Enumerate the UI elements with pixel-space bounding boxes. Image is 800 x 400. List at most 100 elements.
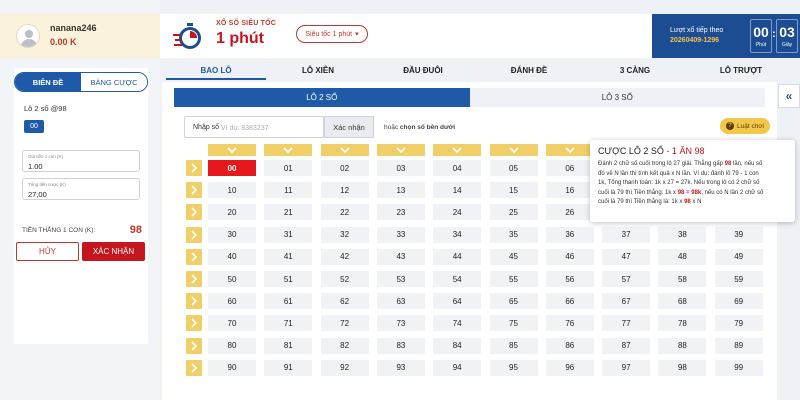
number-cell[interactable]: 31 xyxy=(264,226,313,243)
column-select-button[interactable] xyxy=(320,144,369,156)
number-cell[interactable]: 68 xyxy=(658,293,707,310)
number-cell[interactable]: 33 xyxy=(376,226,425,243)
number-cell[interactable]: 47 xyxy=(602,248,651,265)
row-select-button[interactable] xyxy=(186,315,202,332)
number-cell[interactable]: 85 xyxy=(489,337,538,354)
column-select-button[interactable] xyxy=(489,144,538,156)
number-cell[interactable]: 43 xyxy=(376,248,425,265)
speed-select[interactable]: Siêu tốc 1 phút ▾ xyxy=(296,25,368,43)
number-cell[interactable]: 40 xyxy=(208,248,256,265)
rules-button[interactable]: ? Luật chơi xyxy=(720,118,770,134)
number-cell[interactable]: 92 xyxy=(320,359,369,376)
tab-lo-2-so[interactable]: LÔ 2 SỐ xyxy=(174,88,470,107)
number-cell[interactable]: 53 xyxy=(376,271,425,287)
number-cell[interactable]: 50 xyxy=(208,271,256,287)
number-cell[interactable]: 16 xyxy=(545,182,594,199)
column-select-button[interactable] xyxy=(433,144,482,156)
number-cell[interactable]: 48 xyxy=(658,248,707,265)
number-cell[interactable]: 94 xyxy=(433,359,482,376)
number-cell[interactable]: 11 xyxy=(264,182,313,199)
column-select-button[interactable] xyxy=(264,144,313,156)
number-cell[interactable]: 99 xyxy=(714,359,763,376)
number-cell[interactable]: 96 xyxy=(545,359,594,376)
number-cell[interactable]: 44 xyxy=(433,248,482,265)
avatar[interactable] xyxy=(16,24,40,48)
number-cell[interactable]: 72 xyxy=(320,315,369,332)
column-select-button[interactable] xyxy=(376,144,425,156)
nav-lo-truot[interactable]: LÔ TRƯỢT xyxy=(688,60,794,80)
number-cell[interactable]: 14 xyxy=(433,182,482,199)
row-select-button[interactable] xyxy=(186,359,202,376)
number-cell[interactable]: 52 xyxy=(320,271,369,287)
number-cell[interactable]: 89 xyxy=(714,337,763,354)
number-cell[interactable]: 56 xyxy=(545,271,594,287)
number-cell[interactable]: 37 xyxy=(602,226,651,243)
row-select-button[interactable] xyxy=(186,248,202,265)
number-cell[interactable]: 76 xyxy=(545,315,594,332)
nav-bao-lo[interactable]: BAO LÔ xyxy=(166,60,266,80)
number-cell[interactable]: 91 xyxy=(264,359,313,376)
number-cell[interactable]: 51 xyxy=(264,271,313,287)
nav-lo-xien[interactable]: LÔ XIÊN xyxy=(266,60,370,80)
number-cell[interactable]: 86 xyxy=(545,337,594,354)
number-cell[interactable]: 79 xyxy=(714,315,763,332)
number-cell[interactable]: 71 xyxy=(264,315,313,332)
number-cell[interactable]: 01 xyxy=(264,160,313,176)
nav-dau-duoi[interactable]: ĐẦU ĐUÔI xyxy=(370,60,476,80)
number-cell[interactable]: 49 xyxy=(714,248,763,265)
number-cell[interactable]: 62 xyxy=(320,293,369,310)
number-cell[interactable]: 25 xyxy=(489,204,538,221)
number-cell[interactable]: 54 xyxy=(433,271,482,287)
number-cell[interactable]: 93 xyxy=(376,359,425,376)
number-cell[interactable]: 23 xyxy=(376,204,425,221)
number-cell[interactable]: 30 xyxy=(208,226,256,243)
row-select-button[interactable] xyxy=(186,293,202,310)
tab-edit[interactable]: BIÊN ĐỀ xyxy=(15,73,81,91)
confirm-bet-button[interactable]: XÁC NHẬN xyxy=(82,242,145,261)
row-select-button[interactable] xyxy=(186,271,202,287)
row-select-button[interactable] xyxy=(186,182,202,199)
confirm-input-button[interactable]: Xác nhận xyxy=(324,116,374,138)
row-select-button[interactable] xyxy=(186,337,202,354)
number-cell[interactable]: 03 xyxy=(376,160,425,176)
number-cell[interactable]: 81 xyxy=(264,337,313,354)
selected-number-chip[interactable]: 00 xyxy=(24,120,44,133)
number-cell[interactable]: 63 xyxy=(376,293,425,310)
number-cell[interactable]: 15 xyxy=(489,182,538,199)
number-cell[interactable]: 26 xyxy=(545,204,594,221)
number-cell[interactable]: 35 xyxy=(489,226,538,243)
number-cell[interactable]: 84 xyxy=(433,337,482,354)
column-select-button[interactable] xyxy=(545,144,594,156)
nav-3-cang[interactable]: 3 CÀNG xyxy=(582,60,688,80)
number-cell[interactable]: 98 xyxy=(658,359,707,376)
number-cell[interactable]: 39 xyxy=(714,226,763,243)
number-cell[interactable]: 65 xyxy=(489,293,538,310)
number-cell[interactable]: 74 xyxy=(433,315,482,332)
number-cell[interactable]: 05 xyxy=(489,160,538,176)
number-cell[interactable]: 83 xyxy=(376,337,425,354)
number-cell[interactable]: 12 xyxy=(320,182,369,199)
number-cell[interactable]: 78 xyxy=(658,315,707,332)
number-cell[interactable]: 95 xyxy=(489,359,538,376)
row-select-button[interactable] xyxy=(186,226,202,243)
number-cell[interactable]: 45 xyxy=(489,248,538,265)
number-cell[interactable]: 97 xyxy=(602,359,651,376)
number-input[interactable] xyxy=(221,121,321,135)
number-cell[interactable]: 34 xyxy=(433,226,482,243)
number-cell[interactable]: 67 xyxy=(602,293,651,310)
column-select-button[interactable] xyxy=(208,144,256,156)
number-cell[interactable]: 04 xyxy=(433,160,482,176)
total-bet-field[interactable]: Tổng tiền cược (K) 27,00 xyxy=(22,178,140,200)
number-cell[interactable]: 66 xyxy=(545,293,594,310)
number-cell[interactable]: 60 xyxy=(208,293,256,310)
number-cell[interactable]: 20 xyxy=(208,204,256,221)
number-cell[interactable]: 06 xyxy=(545,160,594,176)
number-cell[interactable]: 58 xyxy=(658,271,707,287)
number-cell[interactable]: 32 xyxy=(320,226,369,243)
number-cell[interactable]: 42 xyxy=(320,248,369,265)
number-cell[interactable]: 57 xyxy=(602,271,651,287)
number-cell[interactable]: 46 xyxy=(545,248,594,265)
number-cell[interactable]: 69 xyxy=(714,293,763,310)
collapse-panel-button[interactable]: « xyxy=(778,84,800,108)
number-cell[interactable]: 41 xyxy=(264,248,313,265)
